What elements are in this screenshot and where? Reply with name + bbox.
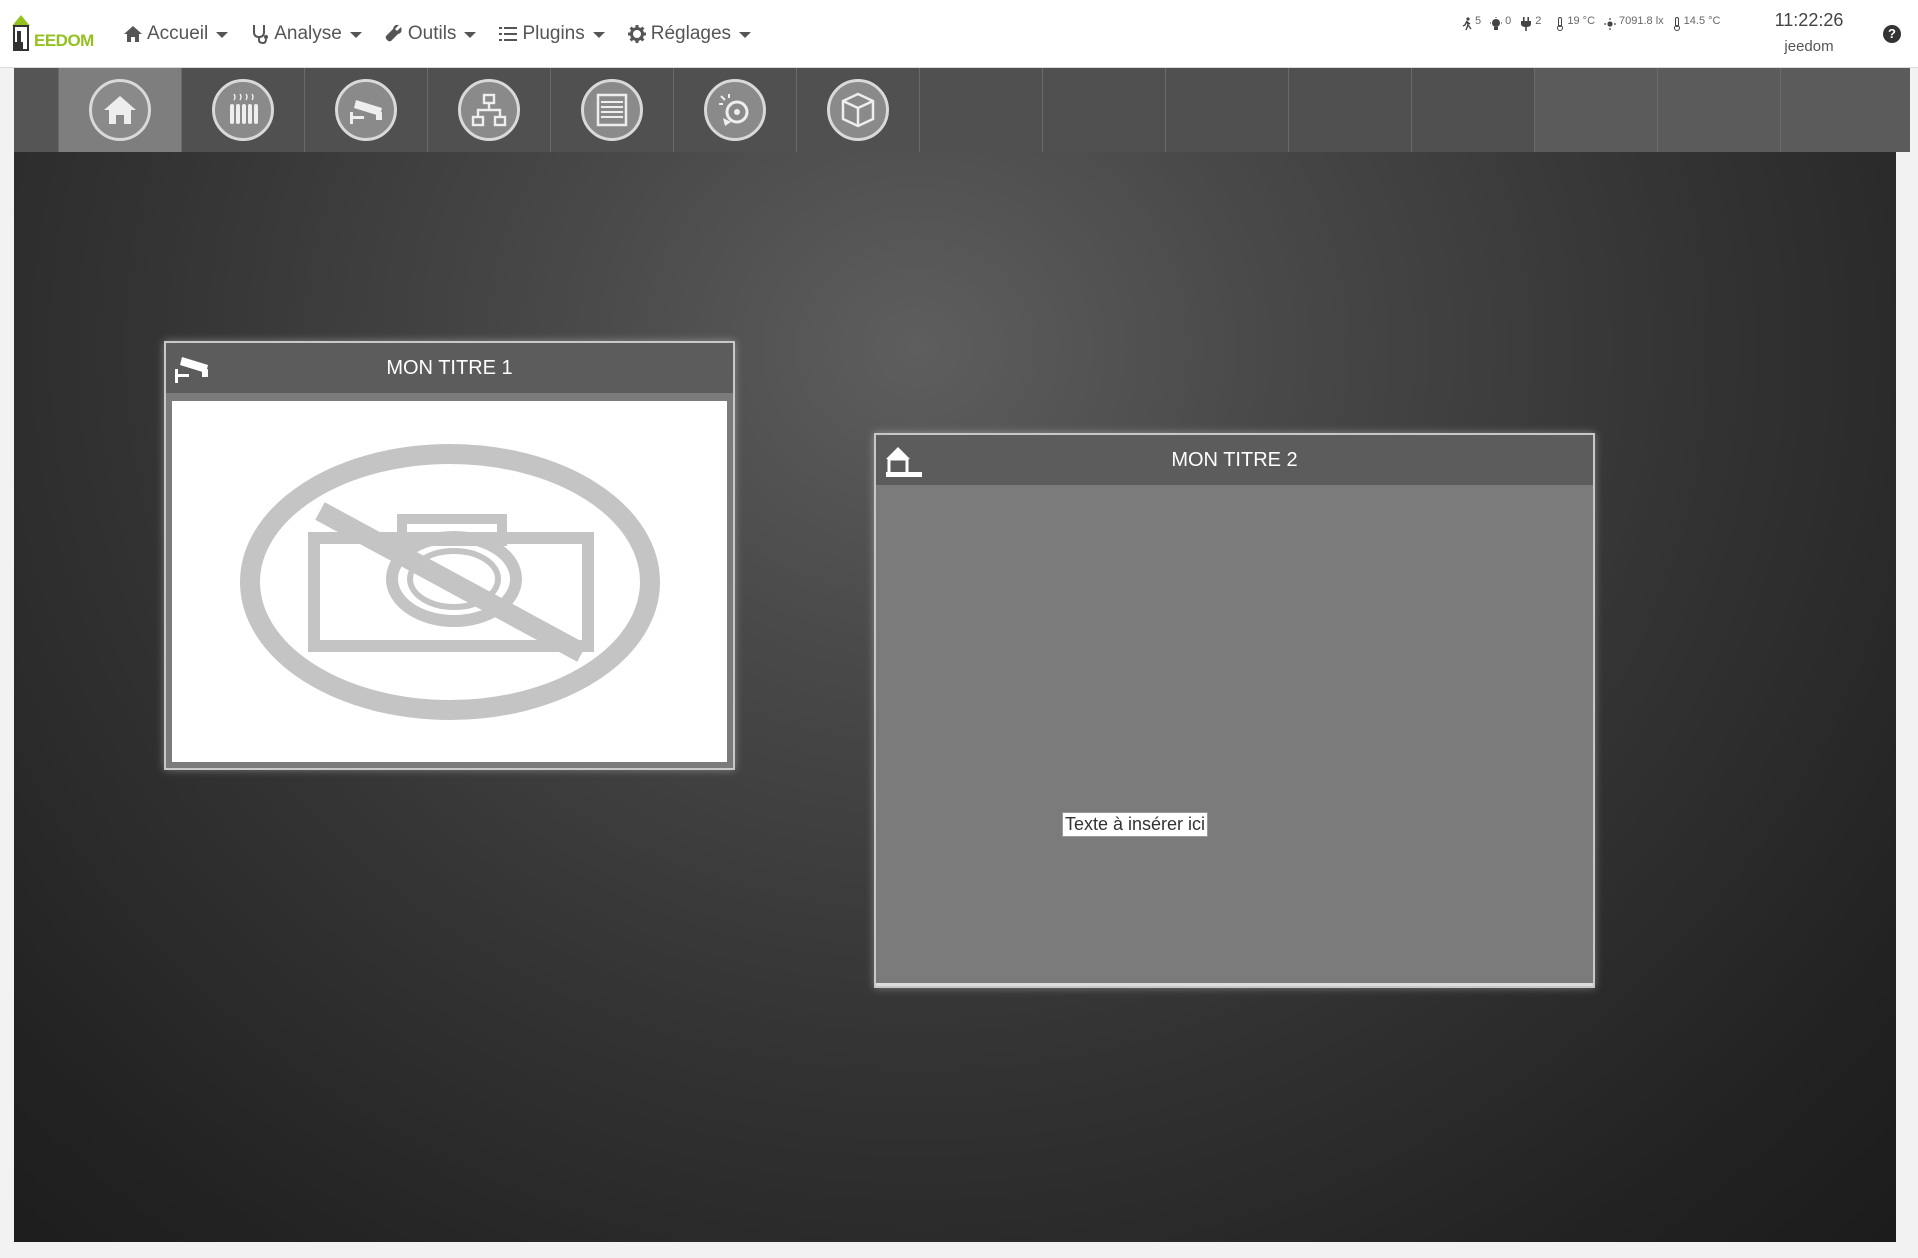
plug-status[interactable]: 2 — [1520, 15, 1542, 31]
wrench-icon — [383, 23, 405, 45]
camera-feed[interactable] — [172, 401, 727, 762]
motion-status[interactable]: 5 — [1462, 15, 1482, 31]
menu-analyse[interactable]: Analyse — [245, 0, 379, 68]
toolbar-tile-empty[interactable] — [1042, 68, 1165, 152]
top-navbar: EEDOM Accueil Analyse Outils Plugins Rég… — [0, 0, 1918, 68]
luminosity-value: 7091.8 lx — [1619, 15, 1664, 27]
temperature-value: 19 °C — [1567, 15, 1596, 27]
widget-title: MON TITRE 1 — [386, 356, 513, 379]
logo-text: EEDOM — [34, 31, 94, 50]
home-icon — [89, 79, 151, 141]
toolbar-tile-empty[interactable] — [1165, 68, 1288, 152]
camera-cctv-icon — [172, 353, 212, 385]
shutter-icon — [581, 79, 643, 141]
toolbar-tile-empty[interactable] — [919, 68, 1042, 152]
menu-outils-label: Outils — [407, 23, 457, 44]
jeedom-logo[interactable]: EEDOM — [10, 12, 96, 52]
toolbar-tile-heating[interactable] — [181, 68, 304, 152]
widget-header: MON TITRE 2 — [876, 435, 1593, 485]
jeedom-logo-icon — [882, 445, 922, 477]
camera-cctv-icon — [335, 79, 397, 141]
toolbar-tile-media[interactable] — [673, 68, 796, 152]
main-menu: Accueil Analyse Outils Plugins Réglages — [118, 0, 768, 68]
chevron-down-icon — [216, 32, 229, 38]
walking-person-icon — [1462, 17, 1472, 31]
outdoor-temperature-value: 14.5 °C — [1683, 15, 1721, 27]
thermometer-icon — [1673, 17, 1680, 31]
widget-footer-line — [876, 983, 1593, 986]
light-status[interactable]: 0 — [1490, 15, 1512, 31]
chevron-down-icon — [592, 32, 605, 38]
menu-reglages[interactable]: Réglages — [622, 0, 768, 68]
status-summary: 5 0 2 19 °C 7091.8 lx 14.5 °C — [1462, 14, 1729, 34]
media-icon — [704, 79, 766, 141]
gear-icon — [626, 23, 648, 45]
cube-icon — [827, 79, 889, 141]
toolbar-tile-camera[interactable] — [304, 68, 427, 152]
toolbar-tile-empty[interactable] — [1534, 68, 1657, 152]
chevron-down-icon — [349, 32, 362, 38]
design-toolbar — [14, 68, 1910, 152]
menu-plugins-label: Plugins — [522, 23, 585, 44]
menu-accueil-label: Accueil — [147, 23, 209, 44]
page-bottom — [0, 1242, 1918, 1258]
luminosity-status[interactable]: 7091.8 lx — [1604, 15, 1664, 30]
camera-widget[interactable]: MON TITRE 1 — [164, 341, 735, 770]
user-name[interactable]: jeedom — [1744, 38, 1874, 55]
toolbar-edge — [14, 68, 58, 152]
temperature-status[interactable]: 19 °C — [1556, 15, 1596, 31]
chevron-down-icon — [464, 32, 477, 38]
toolbar-tile-network[interactable] — [427, 68, 550, 152]
thermometer-icon — [1557, 17, 1564, 31]
text-widget[interactable]: MON TITRE 2 Texte à insérer ici — [874, 433, 1595, 988]
toolbar-tile-empty[interactable] — [1780, 68, 1910, 152]
menu-outils[interactable]: Outils — [379, 0, 494, 68]
text-label[interactable]: Texte à insérer ici — [1062, 812, 1209, 837]
clock-time: 11:22:26 — [1774, 10, 1844, 30]
lightbulb-icon — [1490, 17, 1503, 30]
no-camera-icon — [240, 444, 660, 720]
plug-count: 2 — [1535, 15, 1542, 27]
toolbar-tile-empty[interactable] — [1411, 68, 1534, 152]
menu-analyse-label: Analyse — [274, 23, 342, 44]
menu-plugins[interactable]: Plugins — [493, 0, 621, 68]
list-icon — [497, 23, 519, 45]
outdoor-temperature-status[interactable]: 14.5 °C — [1673, 15, 1721, 31]
network-icon — [458, 79, 520, 141]
motion-count: 5 — [1475, 15, 1482, 27]
help-icon[interactable]: ? — [1883, 25, 1901, 43]
light-count: 0 — [1505, 15, 1512, 27]
widget-title: MON TITRE 2 — [1171, 448, 1298, 471]
toolbar-tile-empty[interactable] — [1288, 68, 1411, 152]
toolbar-tile-shutter[interactable] — [550, 68, 673, 152]
radiator-icon — [212, 79, 274, 141]
home-icon — [122, 23, 144, 45]
plug-icon — [1521, 17, 1532, 31]
widget-header: MON TITRE 1 — [166, 343, 733, 393]
chevron-down-icon — [739, 32, 752, 38]
toolbar-tile-home[interactable] — [58, 68, 181, 152]
menu-accueil[interactable]: Accueil — [118, 0, 245, 68]
menu-reglages-label: Réglages — [650, 23, 732, 44]
toolbar-tile-cube[interactable] — [796, 68, 919, 152]
clock: 11:22:26 jeedom — [1744, 10, 1874, 55]
toolbar-tile-empty[interactable] — [1657, 68, 1780, 152]
sun-icon — [1604, 18, 1617, 30]
stethoscope-icon — [249, 23, 271, 45]
